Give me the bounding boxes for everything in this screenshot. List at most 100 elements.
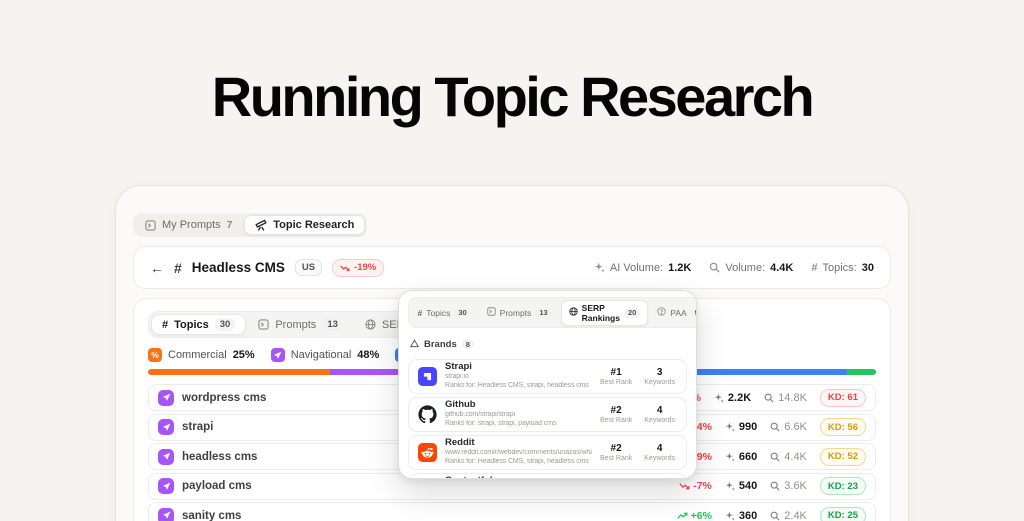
prompt-terminal-icon — [145, 219, 156, 231]
brand-row-strapi[interactable]: Strapi strapi.io Ranks for: Headless CMS… — [408, 359, 687, 394]
popup-tab-serp-rankings[interactable]: SERP Rankings 20 — [560, 299, 649, 326]
popup-tabs: # Topics 30 Prompts 13 SERP Rankings 20 … — [408, 297, 696, 328]
navigational-icon — [158, 478, 174, 494]
topic-label: strapi — [182, 421, 214, 433]
brands-icon — [410, 335, 419, 353]
legend-commercial: % Commercial 25% — [148, 348, 255, 362]
popup-tab-paa[interactable]: PAA 9 — [650, 305, 696, 320]
topic-row-sanity-cms[interactable]: sanity cms +6% 360 2.4K KD: 25 — [148, 502, 876, 521]
stat-topics: # Topics: 30 — [811, 261, 874, 274]
bar-segment-commercial — [148, 369, 330, 375]
globe-icon — [365, 319, 376, 330]
globe-icon — [569, 307, 578, 318]
navigational-icon — [158, 389, 174, 406]
tab-label: My Prompts — [162, 219, 221, 231]
best-rank-stat: #2 Best Rank — [599, 405, 633, 424]
navigational-icon — [158, 419, 174, 435]
brand-ranking-list: Strapi strapi.io Ranks for: Headless CMS… — [408, 359, 687, 478]
topic-label: sanity cms — [182, 509, 242, 521]
keywords-stat: 3 Keywords — [644, 367, 675, 386]
tab-prompts[interactable]: Prompts 13 — [248, 315, 353, 334]
brand-ranks-for: Ranks for: Headless CMS, strapi, headles… — [445, 381, 589, 389]
ai-volume-metric: 360 — [725, 510, 757, 521]
search-icon — [770, 422, 780, 432]
kd-badge: KD: 52 — [819, 447, 866, 466]
brand-row-github[interactable]: Github github.com/strapi/strapi Ranks fo… — [408, 397, 687, 432]
bar-segment-other — [846, 369, 876, 375]
tab-my-prompts[interactable]: My Prompts 7 — [135, 216, 242, 234]
window-tabs: My Prompts 7 Topic Research — [133, 213, 368, 237]
hash-icon: # — [162, 318, 169, 331]
tab-topics[interactable]: # Topics 30 — [151, 314, 247, 335]
brand-name: Github — [445, 399, 476, 411]
telescope-icon — [255, 219, 267, 231]
volume-metric: 2.4K — [770, 510, 807, 521]
keywords-stat: 4 Keywords — [644, 405, 675, 424]
popup-tab-prompts[interactable]: Prompts 13 — [480, 305, 559, 320]
search-icon — [770, 511, 780, 521]
back-arrow-icon[interactable]: ← — [150, 260, 164, 276]
brand-row-contentful[interactable]: Contentful www.contentful.com/headless-c… — [408, 473, 687, 478]
brand-name: Strapi — [445, 361, 472, 373]
hash-icon: # — [811, 261, 818, 274]
ai-sparkle-icon — [725, 422, 735, 432]
topic-trend-badge: -19% — [332, 258, 385, 277]
prompt-terminal-icon — [258, 319, 269, 330]
search-icon — [764, 393, 774, 403]
topic-label: wordpress cms — [182, 391, 267, 404]
tab-label: Topic Research — [273, 219, 355, 231]
topic-title: Headless CMS — [191, 260, 285, 275]
brands-header: Brands 8 — [410, 335, 685, 353]
strapi-logo-icon — [418, 367, 437, 386]
search-icon — [770, 481, 780, 491]
brand-url: strapi.io — [445, 373, 469, 381]
trend-value: +6% — [676, 510, 712, 521]
topic-label: payload cms — [182, 480, 252, 492]
navigational-icon — [158, 448, 174, 465]
search-icon — [709, 262, 720, 273]
best-rank-stat: #1 Best Rank — [599, 367, 633, 386]
commercial-icon: % — [148, 348, 162, 362]
ai-volume-metric: 990 — [725, 421, 757, 433]
kd-badge: KD: 61 — [819, 388, 866, 407]
brand-row-reddit[interactable]: Reddit www.reddit.com/r/webdev/comments/… — [408, 435, 687, 470]
bar-segment-informational — [679, 369, 847, 375]
stat-ai-volume: AI Volume: 1.2K — [594, 262, 691, 274]
trend-value: -7% — [679, 480, 712, 492]
volume-metric: 4.4K — [770, 451, 807, 463]
kd-badge: KD: 56 — [819, 418, 866, 436]
ai-sparkle-icon — [714, 393, 724, 403]
kd-badge: KD: 25 — [819, 506, 866, 521]
page-title: Running Topic Research — [211, 65, 815, 128]
tab-count: 7 — [226, 219, 233, 231]
legend-navigational: Navigational 48% — [270, 348, 379, 362]
navigational-icon — [270, 348, 285, 362]
country-badge: US — [294, 259, 323, 276]
topic-label: headless cms — [182, 450, 258, 463]
brand-name: Contentful — [445, 475, 592, 478]
ai-sparkle-icon — [725, 511, 735, 521]
brand-url: www.reddit.com/r/webdev/comments/unazas/… — [445, 449, 592, 457]
serp-rankings-popup: # Topics 30 Prompts 13 SERP Rankings 20 … — [398, 290, 697, 479]
prompt-terminal-icon — [486, 307, 496, 318]
kd-badge: KD: 23 — [819, 477, 866, 495]
ai-volume-metric: 540 — [725, 480, 757, 492]
brand-url: github.com/strapi/strapi — [445, 411, 515, 419]
ai-volume-metric: 660 — [725, 451, 757, 463]
ai-sparkle-icon — [725, 452, 735, 462]
volume-metric: 14.8K — [764, 392, 807, 404]
volume-metric: 3.6K — [770, 480, 807, 492]
trend-down-icon — [679, 483, 690, 490]
best-rank-stat: #2 Best Rank — [599, 443, 633, 462]
trend-down-icon — [340, 264, 350, 271]
question-circle-icon — [657, 307, 666, 318]
popup-tab-topics[interactable]: # Topics 30 — [411, 306, 478, 320]
tab-topic-research[interactable]: Topic Research — [244, 215, 366, 235]
ai-volume-metric: 2.2K — [714, 392, 751, 404]
brand-ranks-for: Ranks for: Headless CMS, strapi, headles… — [445, 457, 589, 465]
hash-icon: # — [174, 259, 182, 276]
brand-ranks-for: Ranks for: strapi, strapi, payload cms — [445, 419, 557, 427]
reddit-logo-icon — [418, 443, 437, 462]
search-icon — [770, 452, 780, 462]
brand-name: Reddit — [445, 437, 475, 449]
